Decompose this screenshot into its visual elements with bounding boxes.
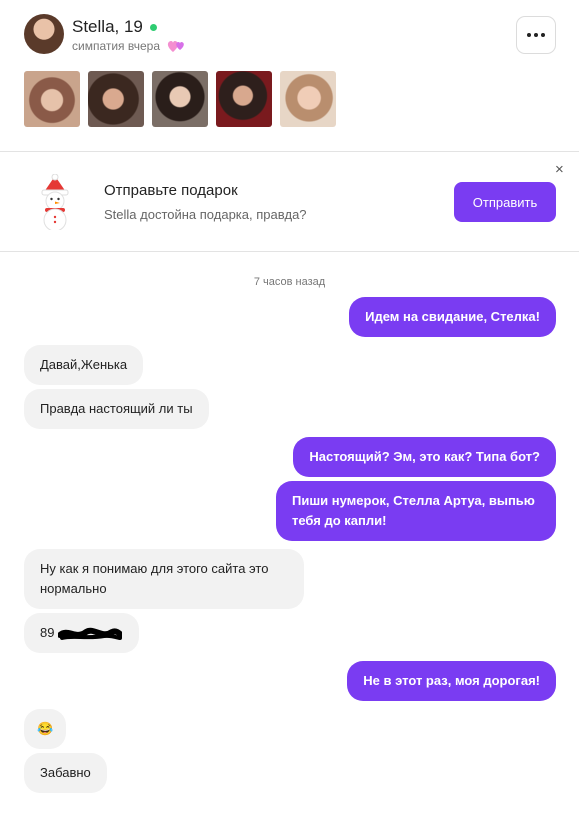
dot-icon (534, 33, 538, 37)
gift-subtitle: Stella достойна подарка, правда? (104, 207, 307, 222)
send-gift-button[interactable]: Отправить (454, 182, 556, 222)
incoming-message[interactable]: 89 (24, 613, 139, 653)
outgoing-message[interactable]: Не в этот раз, моя дорогая! (347, 661, 556, 701)
snowman-icon (41, 174, 69, 230)
gift-title: Отправьте подарок (104, 182, 238, 199)
outgoing-message[interactable]: Пиши нумерок, Стелла Артуа, выпью тебя д… (276, 481, 556, 541)
hearts-icon (167, 41, 184, 52)
outgoing-message[interactable]: Настоящий? Эм, это как? Типа бот? (293, 437, 556, 477)
phone-number-text: 89 (40, 625, 55, 640)
profile-header: Stella, 19 симпатия вчера (0, 0, 579, 152)
online-status-icon (149, 23, 157, 31)
close-icon[interactable]: × (555, 161, 564, 178)
incoming-message[interactable]: Правда настоящий ли ты (24, 389, 209, 429)
photo-strip (24, 71, 336, 127)
message-timestamp: 7 часов назад (253, 276, 326, 288)
laughing-emoji: 😂 (37, 721, 54, 736)
incoming-message[interactable]: Ну как я понимаю для этого сайта это нор… (24, 549, 304, 609)
more-options-button[interactable] (516, 16, 556, 54)
gift-banner: Отправьте подарок Stella достойна подарк… (0, 152, 579, 252)
profile-name[interactable]: Stella, 19 (72, 17, 143, 37)
avatar[interactable] (24, 14, 64, 54)
outgoing-message[interactable]: Идем на свидание, Стелка! (349, 297, 556, 337)
profile-photo[interactable] (88, 71, 144, 127)
profile-photo[interactable] (24, 71, 80, 127)
profile-photo[interactable] (152, 71, 208, 127)
chat-area: 7 часов назад Идем на свидание, Стелка! … (0, 252, 579, 827)
profile-subtitle: симпатия вчера (72, 39, 161, 53)
subtitle-row: симпатия вчера (72, 38, 188, 54)
incoming-message[interactable]: 😂 (24, 709, 67, 749)
incoming-message[interactable]: Забавно (24, 753, 107, 793)
dot-icon (541, 33, 545, 37)
incoming-message[interactable]: Давай,Женька (24, 345, 144, 385)
profile-photo[interactable] (216, 71, 272, 127)
name-row: Stella, 19 (72, 17, 157, 37)
dot-icon (527, 33, 531, 37)
redaction-scribble (57, 627, 125, 640)
profile-photo[interactable] (280, 71, 336, 127)
